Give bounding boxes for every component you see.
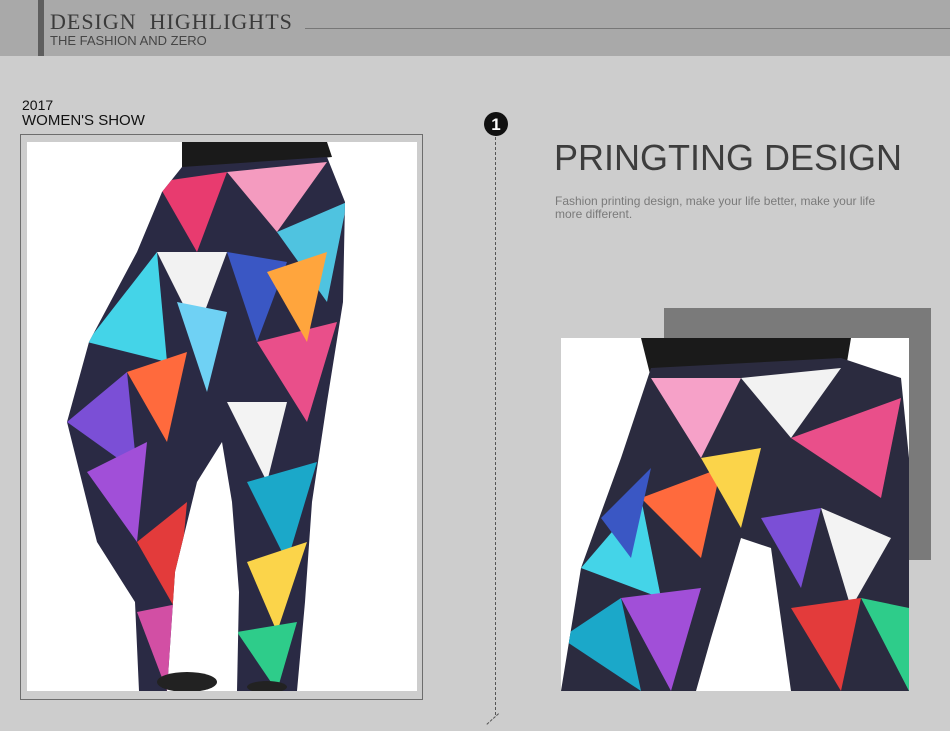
- feature-description: Fashion printing design, make your life …: [555, 194, 876, 221]
- header-divider: [305, 28, 950, 29]
- leggings-full-photo: [27, 142, 417, 691]
- timeline-line: [495, 137, 496, 715]
- show-label: WOMEN'S SHOW: [22, 112, 145, 129]
- header-subtitle: THE FASHION AND ZERO: [50, 33, 207, 48]
- show-year: 2017: [22, 97, 54, 113]
- leggings-closeup-photo: [561, 338, 909, 691]
- timeline-tail: [486, 713, 500, 726]
- header-title: DESIGN HIGHLIGHTS: [50, 9, 293, 34]
- step-number-badge: 1: [484, 112, 508, 136]
- header-bar: DESIGN HIGHLIGHTS THE FASHION AND ZERO: [0, 0, 950, 56]
- header-accent: [38, 0, 44, 56]
- feature-heading: PRINGTING DESIGN: [554, 137, 903, 178]
